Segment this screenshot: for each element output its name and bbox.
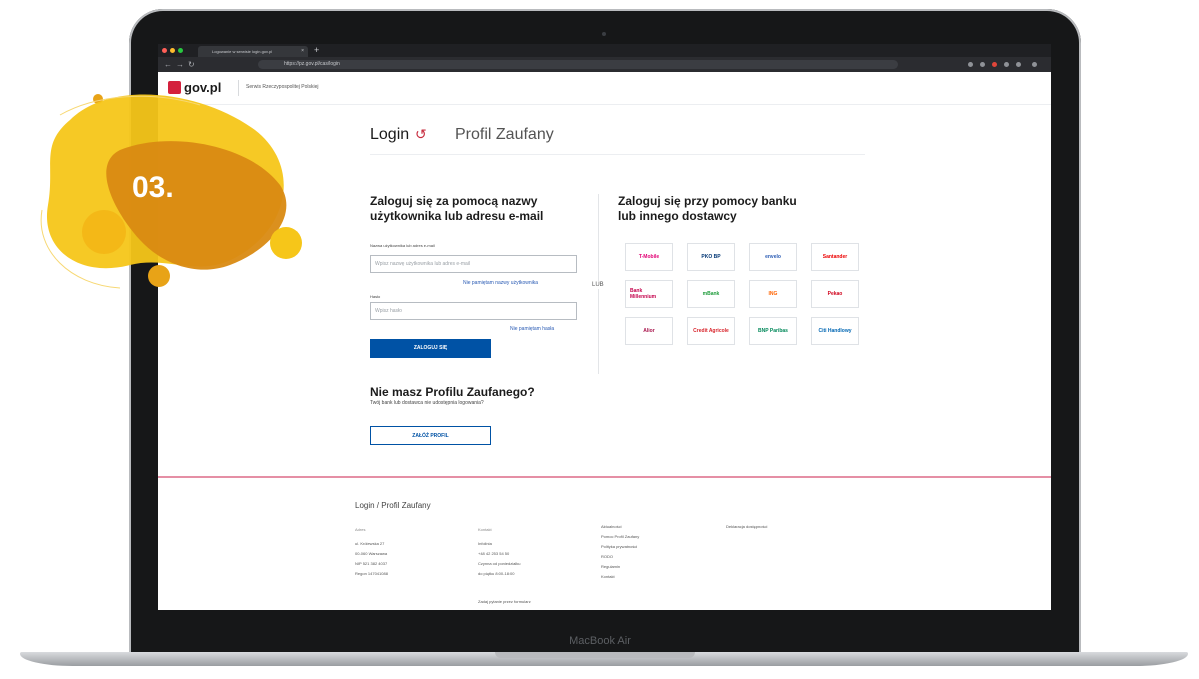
bank-provider-tile[interactable]: Alior (625, 317, 673, 345)
forgot-username-link[interactable]: Nie pamiętam nazwy użytkownika (463, 280, 538, 286)
footer-col1-line: 00-060 Warszawa (355, 551, 388, 556)
footer-col2-line[interactable]: +48 42 253 54 50 (478, 549, 520, 559)
bank-provider-tile[interactable]: Bank Millennium (625, 280, 673, 308)
login-refresh-icon: ↺ (415, 126, 427, 142)
password-label: Hasło (370, 294, 381, 299)
login-form-title-line1: Zaloguj się za pomocą nazwy (370, 194, 538, 208)
profile-icon[interactable] (1016, 62, 1021, 67)
footer-link[interactable]: Pomoc Profil Zaufany (601, 532, 639, 542)
bank-provider-logo: Bank Millennium (630, 288, 657, 300)
bank-provider-tile[interactable]: PKO BP (687, 243, 735, 271)
password-input[interactable]: Wpisz hasło (370, 302, 577, 320)
tab-login[interactable]: Login (370, 126, 409, 144)
footer-col2-line: do piątku 8:00-18:00 (478, 571, 515, 576)
step-number: 03. (132, 171, 174, 204)
footer-col1-head: Adres (355, 527, 366, 532)
laptop-model-label: MacBook Air (569, 635, 631, 647)
bank-provider-tile[interactable]: T-Mobile (625, 243, 673, 271)
login-tabs: Login ↺ Profil Zaufany (370, 124, 865, 155)
menu-icon[interactable] (1032, 62, 1037, 67)
footer-col2: Infolinia +48 42 253 54 50 Czynna od pon… (478, 539, 520, 579)
username-input[interactable]: Wpisz nazwę użytkownika lub adres e-mail (370, 255, 577, 273)
footer-col2-head: Kontakt (478, 527, 492, 532)
footer-contact-form-link[interactable]: Zadaj pytanie przez formularz (478, 597, 531, 607)
no-profile-title: Nie masz Profilu Zaufanego? (370, 385, 535, 399)
footer-accent-line (158, 476, 1051, 478)
camera-icon (602, 32, 606, 36)
badge-blob-icon (40, 94, 302, 289)
bank-provider-tile[interactable]: envelo (749, 243, 797, 271)
bank-provider-tile[interactable]: Pekao (811, 280, 859, 308)
extension-icon[interactable] (992, 62, 997, 67)
tab-profil-zaufany[interactable]: Profil Zaufany (455, 126, 554, 144)
bank-provider-tile[interactable]: Citi Handlowy (811, 317, 859, 345)
or-separator: LUB (592, 281, 604, 289)
extension-icon[interactable] (1004, 62, 1009, 67)
footer-col3: Aktualności Pomoc Profil Zaufany Polityk… (601, 522, 639, 582)
login-button[interactable]: ZALOGUJ SIĘ (370, 339, 491, 358)
footer-link[interactable]: RODO (601, 552, 639, 562)
bank-login-title: Zaloguj się przy pomocy banku lub innego… (618, 194, 797, 224)
bank-provider-tile[interactable]: Santander (811, 243, 859, 271)
create-profile-button[interactable]: ZAŁÓŻ PROFIL (370, 426, 491, 445)
bank-provider-logo: Credit Agricole (693, 328, 729, 334)
bank-provider-logo: PKO BP (701, 254, 721, 260)
bank-provider-logo: ING (768, 291, 778, 297)
forgot-password-link[interactable]: Nie pamiętam hasła (510, 326, 554, 332)
bank-provider-tile[interactable]: ING (749, 280, 797, 308)
bank-provider-logo: Citi Handlowy (818, 328, 852, 334)
footer-col4: Deklaracja dostępności (726, 522, 767, 532)
footer-col1-line: Regon 147041088 (355, 571, 388, 576)
address-bar[interactable]: https://pz.gov.pl/cas/login (258, 60, 898, 69)
bank-login-title-line2: lub innego dostawcy (618, 209, 737, 223)
bank-login-title-line1: Zaloguj się przy pomocy banku (618, 194, 797, 208)
footer-link[interactable]: Deklaracja dostępności (726, 522, 767, 532)
footer-link[interactable]: Kontakt (601, 572, 639, 582)
footer-title: Login / Profil Zaufany (355, 501, 431, 510)
login-form-title-line2: użytkownika lub adresu e-mail (370, 209, 544, 223)
bank-provider-logo: Pekao (827, 291, 843, 297)
bank-provider-logo: mBank (702, 291, 720, 297)
footer-col2-line: Infolinia (478, 541, 492, 546)
footer-col2-line: Czynna od poniedziałku (478, 561, 521, 566)
step-badge: 03. (0, 0, 320, 320)
bank-provider-tile[interactable]: BNP Paribas (749, 317, 797, 345)
username-label: Nazwa użytkownika lub adres e-mail (370, 243, 435, 248)
footer-link[interactable]: Polityka prywatności (601, 542, 639, 552)
extension-icon[interactable] (968, 62, 973, 67)
bank-provider-tile[interactable]: Credit Agricole (687, 317, 735, 345)
bank-provider-logo: Santander (822, 254, 848, 260)
bank-provider-logo: T-Mobile (638, 254, 660, 260)
login-form-title: Zaloguj się za pomocą nazwy użytkownika … (370, 194, 543, 224)
footer-link[interactable]: Aktualności (601, 522, 639, 532)
laptop-notch (495, 652, 695, 658)
footer-col1-line: ul. Królewska 27 (355, 541, 385, 546)
footer-col1: ul. Królewska 27 00-060 Warszawa NIP 521… (355, 539, 388, 579)
extension-icon[interactable] (980, 62, 985, 67)
bank-provider-logo: Alior (643, 328, 655, 334)
bank-provider-logo: envelo (765, 254, 781, 260)
no-profile-text: Twój bank lub dostawca nie udostępnia lo… (370, 400, 484, 406)
bank-provider-tile[interactable]: mBank (687, 280, 735, 308)
footer-col1-line: NIP 521 382 4037 (355, 561, 388, 566)
footer-link[interactable]: Regulamin (601, 562, 639, 572)
bank-provider-logo: BNP Paribas (758, 328, 788, 334)
